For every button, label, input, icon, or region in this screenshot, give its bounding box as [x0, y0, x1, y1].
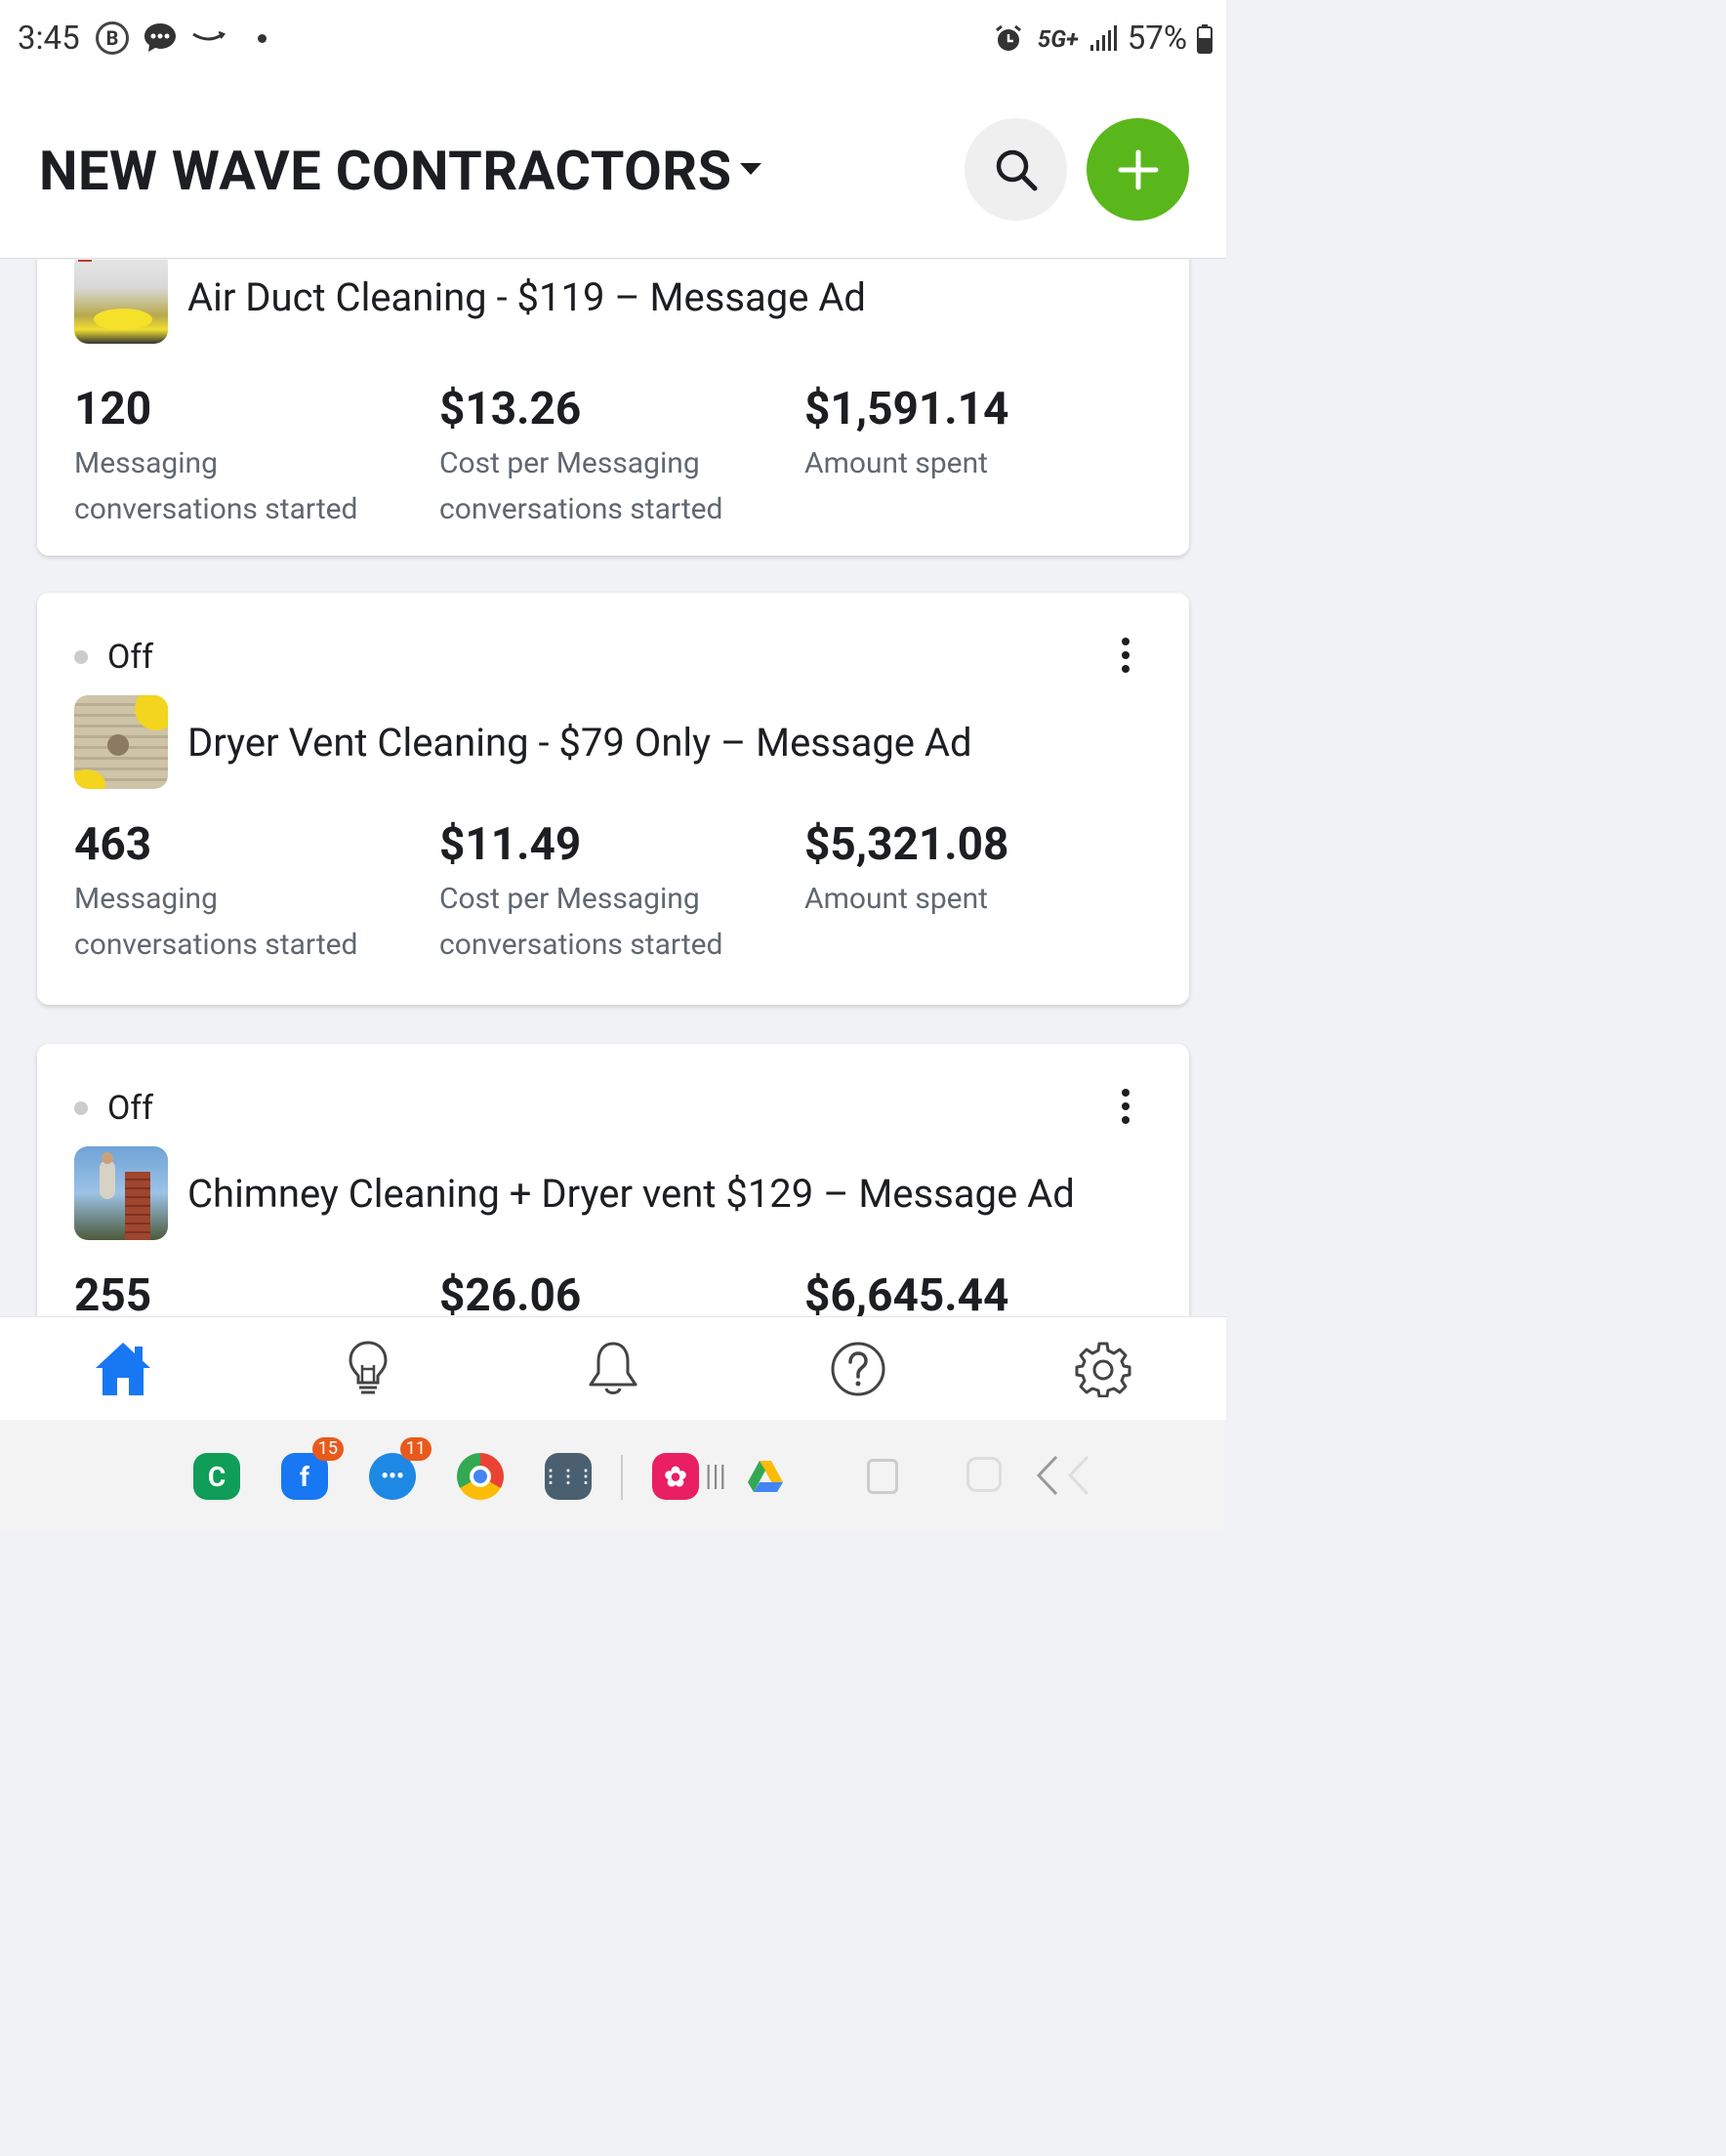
chrome-app-icon[interactable] [457, 1453, 504, 1500]
status-label: Off [107, 638, 154, 677]
messages-app-icon[interactable]: ••• 11 [369, 1437, 432, 1500]
metric-label: Messaging conversations started [74, 446, 358, 526]
home-button[interactable] [966, 1457, 1002, 1492]
metric-value: 120 [74, 383, 152, 435]
ad-metrics: 255 $26.06 $6,645.44 [74, 1268, 1170, 1316]
b-notification-icon: B [96, 21, 129, 55]
status-dot [74, 1101, 88, 1115]
ad-name: Chimney Cleaning + Dryer vent $129 – Mes… [187, 1170, 1075, 1217]
metric-value: $26.06 [439, 1269, 582, 1316]
facebook-app-icon[interactable]: f 15 [281, 1437, 344, 1500]
metric-cost-per-conversation: $13.26 Cost per Messaging conversations s… [439, 382, 804, 532]
alarm-icon [995, 24, 1021, 51]
gallery-app-icon[interactable]: ✿ [652, 1453, 699, 1500]
gear-icon [1075, 1342, 1131, 1397]
ad-name: Air Duct Cleaning - $119 – Message Ad [187, 273, 866, 320]
ad-thumbnail [74, 695, 168, 789]
bell-icon [589, 1342, 637, 1394]
ad-title-row[interactable]: Dryer Vent Cleaning - $79 Only – Message… [74, 695, 972, 789]
metric-value: $1,591.14 [804, 383, 1009, 435]
metric-label: Amount spent [804, 446, 988, 480]
nav-settings[interactable] [1064, 1330, 1142, 1408]
facebook-badge: 15 [311, 1437, 344, 1461]
ad-card[interactable]: Off Chimney Cleaning + Dryer vent $129 –… [37, 1044, 1189, 1316]
search-icon [996, 149, 1037, 190]
messages-badge: 11 [399, 1437, 432, 1461]
recent-apps-button[interactable] [867, 1459, 898, 1494]
ad-card[interactable]: Air Duct Cleaning - $119 – Message Ad 12… [37, 260, 1189, 556]
ad-title-row[interactable]: Chimney Cleaning + Dryer vent $129 – Mes… [74, 1146, 1075, 1240]
metric-value: $13.26 [439, 383, 582, 435]
metric-label: Cost per Messaging conversations started [439, 882, 723, 962]
metric-label: Messaging conversations started [74, 882, 358, 962]
ad-thumbnail [74, 260, 168, 344]
nav-notifications[interactable] [574, 1330, 652, 1408]
ad-name: Dryer Vent Cleaning - $79 Only – Message… [187, 719, 972, 766]
metric-conversations: 120 Messaging conversations started [74, 382, 439, 532]
metric-cost-per-conversation: $11.49 Cost per Messaging conversations s… [439, 817, 804, 968]
ad-status: Off [74, 1089, 153, 1128]
more-options-icon[interactable] [1113, 638, 1138, 673]
create-button[interactable] [1087, 118, 1189, 221]
status-indicators: 5G+ 57% [993, 20, 1212, 58]
bottom-nav [0, 1316, 1226, 1420]
nav-home[interactable] [84, 1330, 162, 1408]
metric-conversations: 255 [74, 1268, 439, 1316]
lightbulb-icon [349, 1340, 388, 1393]
ad-thumbnail [74, 1146, 168, 1240]
amazon-notification-icon [192, 30, 226, 41]
metric-value: $11.49 [439, 818, 582, 871]
chevron-down-icon [739, 163, 761, 176]
signal-icon [1089, 24, 1117, 51]
metric-value: $6,645.44 [804, 1269, 1009, 1316]
taskbar-divider [621, 1455, 623, 1500]
network-type: 5G+ [1037, 24, 1079, 53]
plus-icon [1118, 149, 1158, 189]
ad-card[interactable]: Off Dryer Vent Cleaning - $79 Only – Mes… [37, 593, 1189, 1005]
search-button[interactable] [965, 118, 1067, 221]
app-header: NEW WAVE CONTRACTORS [0, 88, 1226, 259]
app-drawer-icon[interactable]: ⋮⋮⋮ [542, 1453, 595, 1500]
ad-status: Off [74, 638, 153, 677]
status-time: 3:45 [18, 20, 80, 58]
metric-amount-spent: $5,321.08 Amount spent [804, 817, 1170, 968]
google-drive-icon[interactable] [746, 1459, 785, 1494]
metric-label: Amount spent [804, 882, 988, 916]
status-dot [74, 650, 88, 664]
battery-percent: 57% [1127, 20, 1187, 58]
ad-metrics: 463 Messaging conversations started $11.4… [74, 817, 1170, 968]
ads-list[interactable]: Air Duct Cleaning - $119 – Message Ad 12… [0, 260, 1226, 1316]
back-button-icon[interactable] [1035, 1455, 1093, 1496]
status-label: Off [107, 1089, 154, 1128]
recent-apps-more-icon[interactable]: ||| [705, 1459, 726, 1493]
app-c-icon[interactable]: C [193, 1453, 240, 1500]
ad-title-row[interactable]: Air Duct Cleaning - $119 – Message Ad [74, 260, 866, 344]
nav-help[interactable] [819, 1330, 897, 1408]
system-taskbar: C f 15 ••• 11 ⋮⋮⋮ ✿ ||| [0, 1420, 1226, 1531]
more-options-icon[interactable] [1113, 1089, 1138, 1124]
nav-insights[interactable] [329, 1330, 407, 1408]
metric-value: 463 [74, 818, 152, 871]
battery-icon [1197, 23, 1212, 54]
metric-conversations: 463 Messaging conversations started [74, 817, 439, 968]
metric-value: $5,321.08 [804, 818, 1009, 871]
account-switcher[interactable]: NEW WAVE CONTRACTORS [39, 139, 761, 203]
help-icon [831, 1342, 885, 1395]
chat-notification-icon [144, 23, 176, 52]
more-notifications-dot [258, 33, 267, 43]
status-bar: 3:45 B 5G+ 57% [0, 0, 1226, 88]
home-icon [95, 1342, 150, 1395]
metric-amount-spent: $6,645.44 [804, 1268, 1170, 1316]
ad-metrics: 120 Messaging conversations started $13.2… [74, 382, 1170, 532]
metric-label: Cost per Messaging conversations started [439, 446, 723, 526]
account-name: NEW WAVE CONTRACTORS [39, 139, 732, 203]
metric-amount-spent: $1,591.14 Amount spent [804, 382, 1170, 532]
notification-icons: B [96, 21, 267, 55]
metric-value: 255 [74, 1269, 152, 1316]
metric-cost-per-conversation: $26.06 [439, 1268, 804, 1316]
